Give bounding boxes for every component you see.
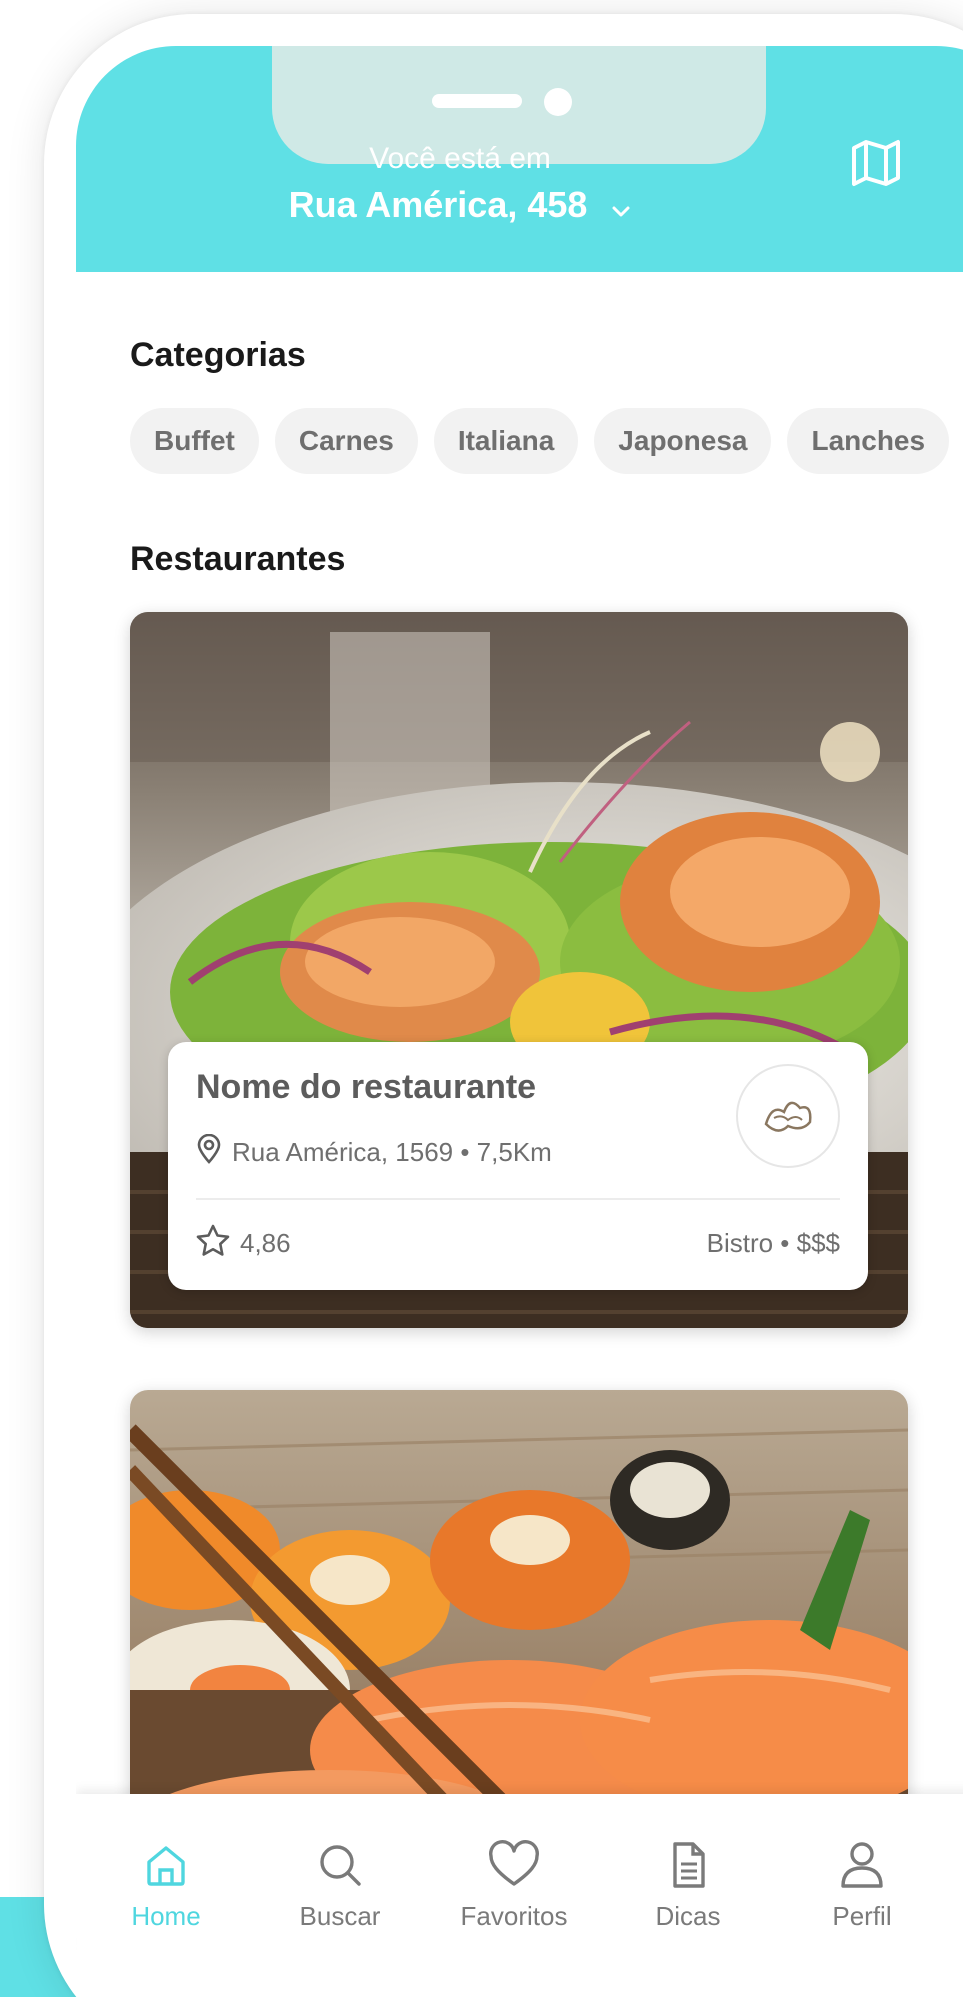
nav-label: Home [131,1901,201,1931]
categories-title: Categorias [130,336,306,374]
restaurants-title: Restaurantes [130,540,346,578]
nav-label: Favoritos [460,1901,568,1931]
nav-favorites[interactable]: Favoritos [444,1840,584,1932]
heart-icon [487,1840,541,1894]
app-screen: Você está em Rua América, 458 Categorias… [76,46,963,1997]
home-icon [141,1846,191,1894]
category-list: Buffet Carnes Italiana Japonesa Lanches [130,408,950,474]
location-caption: Você está em [369,142,551,175]
restaurant-rating-row: 4,86 [196,1224,291,1263]
user-icon [837,1842,887,1894]
nav-label: Perfil [832,1901,892,1931]
location-header: Você está em Rua América, 458 [76,46,963,272]
restaurant-address: Rua América, 1569 • 7,5Km [232,1137,552,1167]
stage: Você está em Rua América, 458 Categorias… [0,0,963,1997]
restaurant-rating: 4,86 [240,1228,291,1258]
nav-tips[interactable]: Dicas [618,1840,758,1932]
document-icon [663,1842,713,1894]
restaurant-info: Nome do restaurante Rua América, 1569 • … [168,1042,868,1290]
nav-home[interactable]: Home [96,1840,236,1932]
restaurant-logo [736,1064,840,1168]
search-icon [315,1845,365,1894]
nav-profile[interactable]: Perfil [792,1840,932,1932]
star-icon [196,1224,230,1263]
location-selector[interactable]: Rua América, 458 [76,184,844,228]
bottom-navigation: Home Buscar Favoritos Dicas Perfil [76,1794,963,1997]
restaurant-card[interactable]: Nome do restaurante Rua América, 1569 • … [130,612,908,1328]
map-icon[interactable] [848,134,904,190]
restaurant-address-row: Rua América, 1569 • 7,5Km [196,1133,552,1171]
nav-label: Buscar [299,1901,381,1931]
nav-search[interactable]: Buscar [270,1840,410,1932]
nav-label: Dicas [655,1901,721,1931]
category-chip[interactable]: Carnes [274,408,418,474]
card-divider [196,1198,840,1200]
restaurant-name: Nome do restaurante [196,1068,537,1106]
category-chip[interactable]: Japonesa [594,408,772,474]
location-pin-icon [196,1133,222,1171]
restaurant-photo [130,1390,908,1850]
front-camera [544,88,572,116]
category-chip[interactable]: Buffet [130,408,259,474]
restaurant-card[interactable] [130,1390,908,1850]
restaurant-type-price: Bistro • $$$ [706,1228,840,1258]
category-chip[interactable]: Lanches [787,408,950,474]
chevron-down-icon [611,186,631,228]
speaker-grille [432,94,522,108]
location-address: Rua América, 458 [288,184,588,225]
category-chip[interactable]: Italiana [433,408,579,474]
